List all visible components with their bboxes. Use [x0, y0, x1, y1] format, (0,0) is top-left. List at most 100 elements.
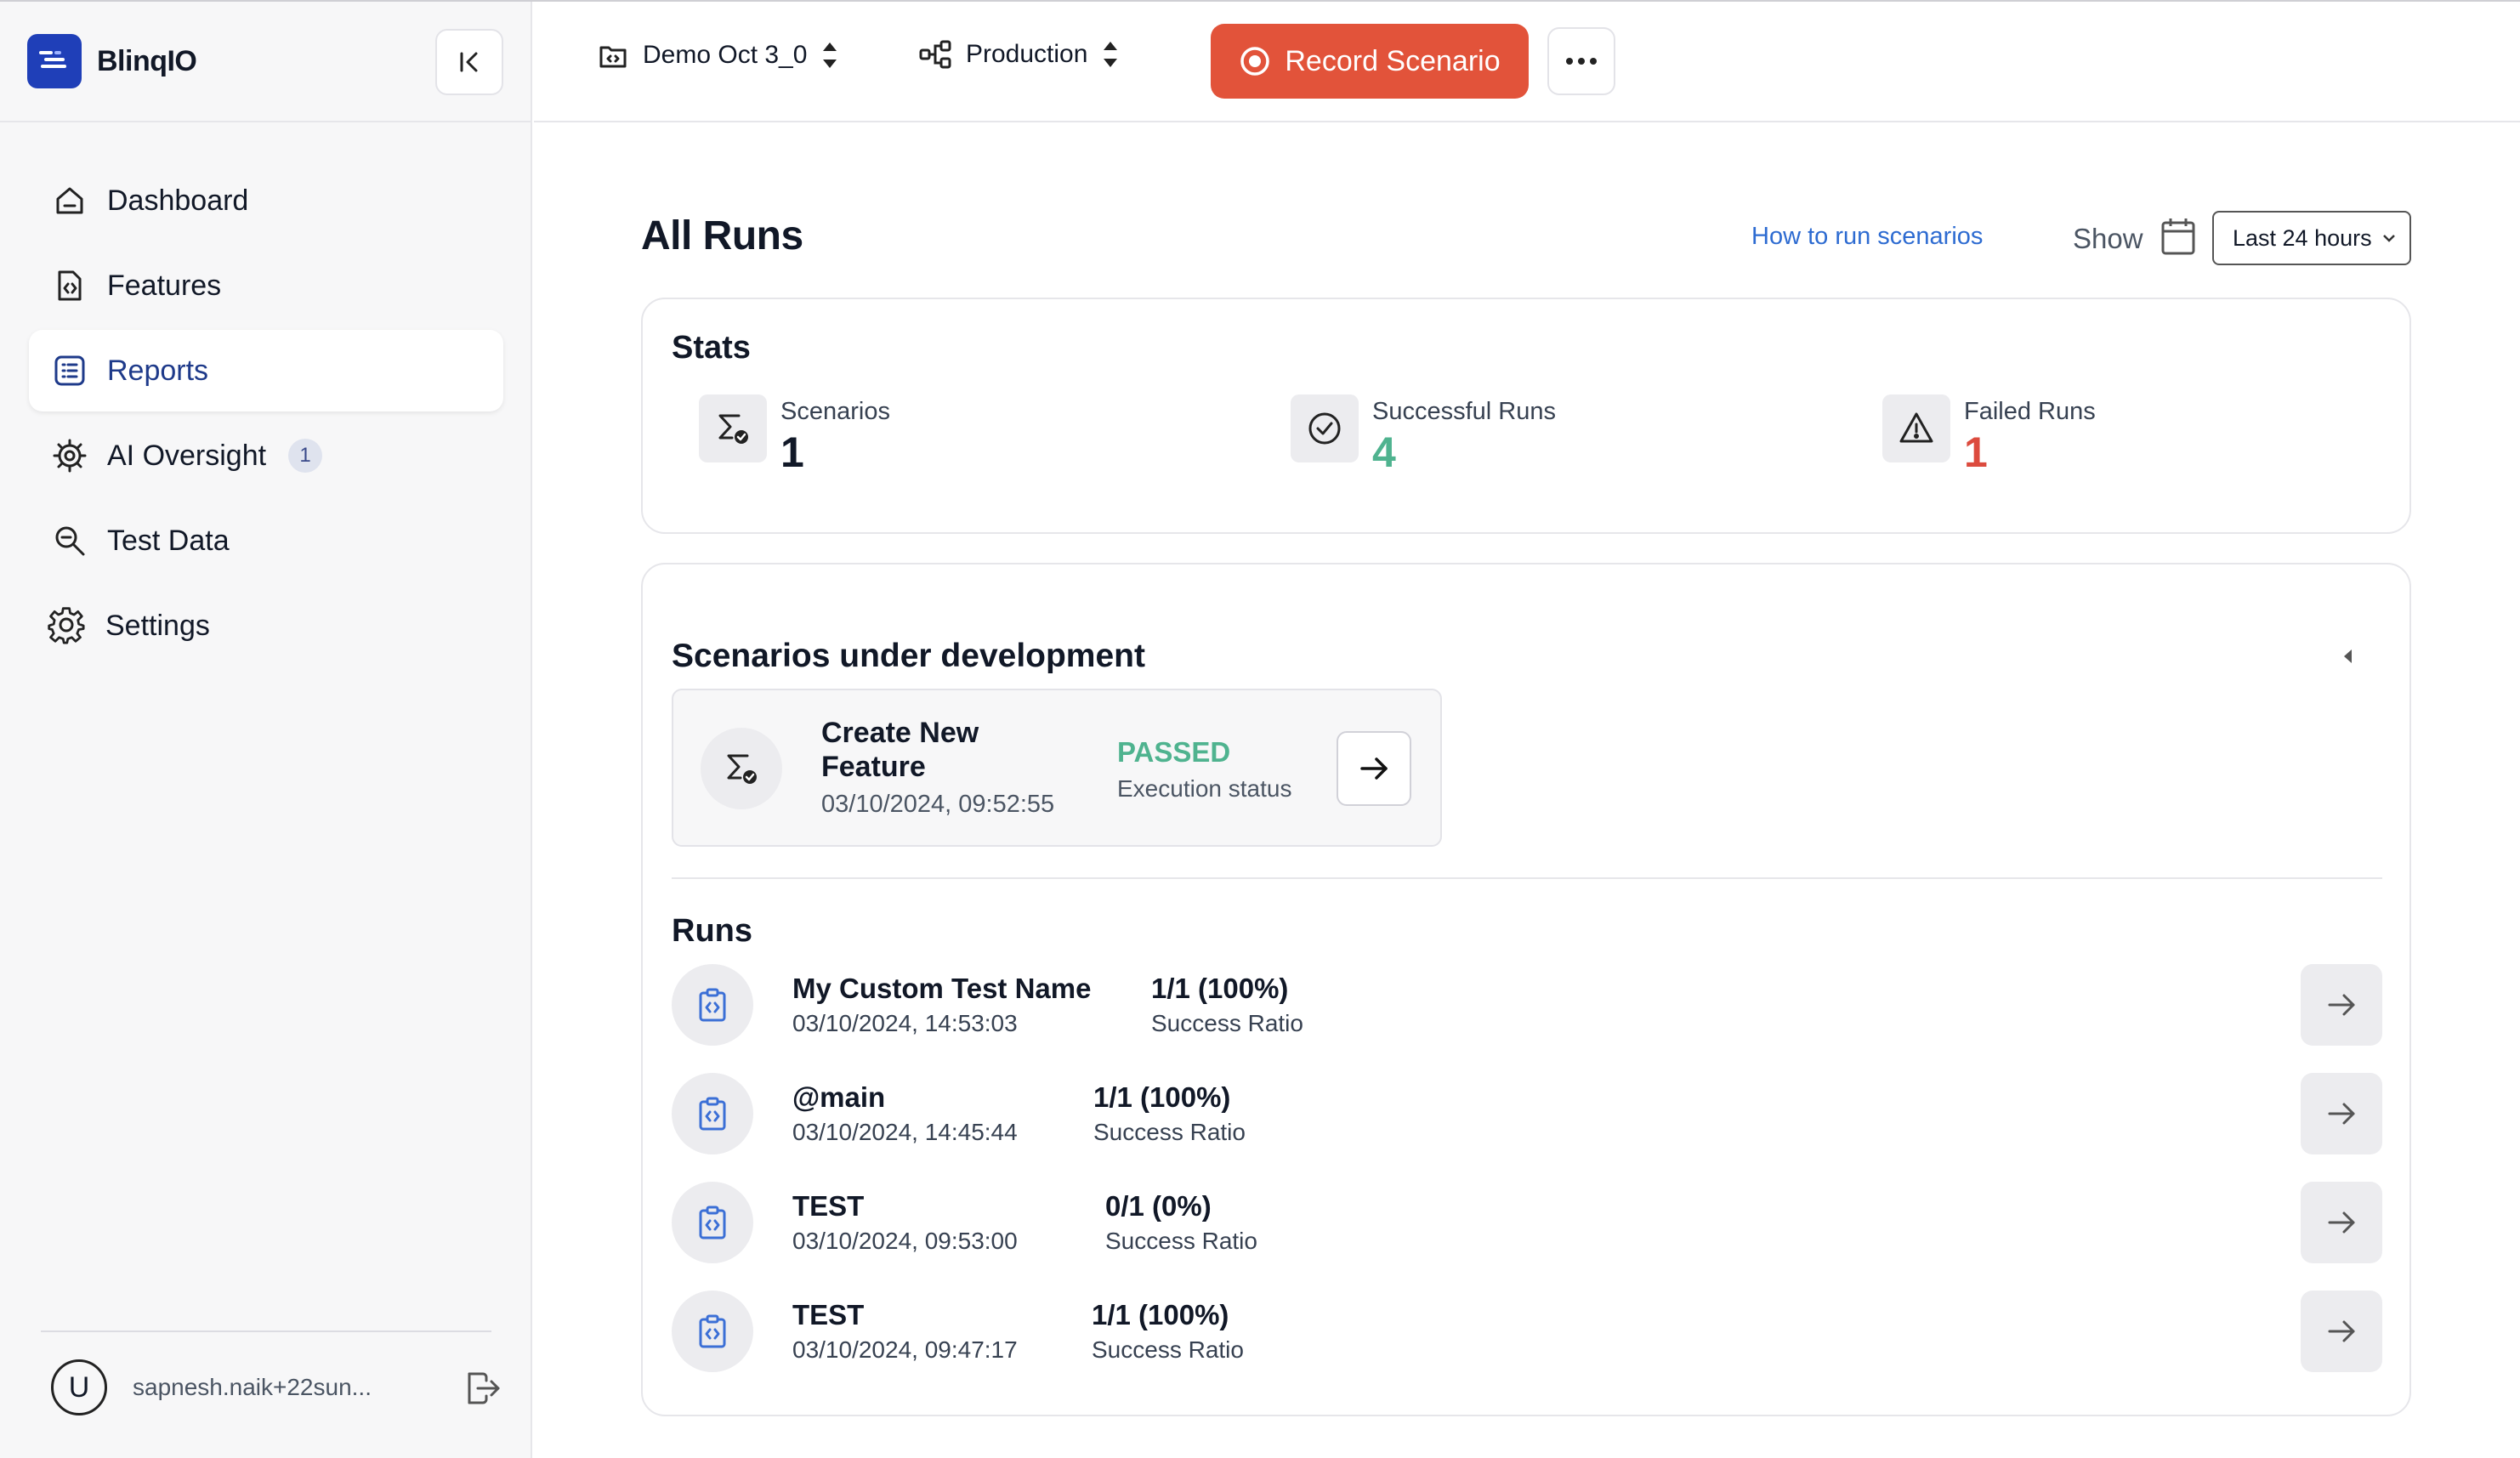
show-label: Show [2073, 223, 2143, 254]
run-code-icon [672, 964, 753, 1046]
check-circle-icon [1291, 394, 1359, 462]
sidebar-item-test-data[interactable]: Test Data [29, 500, 503, 581]
ai-oversight-count-badge: 1 [288, 439, 323, 473]
sort-chevrons-icon [823, 43, 837, 68]
run-success-ratio-label: Success Ratio [1093, 1119, 1246, 1145]
stat-failed-runs: Failed Runs 1 [1882, 394, 2096, 475]
stat-value: 1 [780, 428, 804, 476]
stat-label: Scenarios [780, 398, 890, 425]
sidebar-nav: Dashboard Features Reports AI Oversight … [29, 160, 503, 670]
sort-chevrons-icon [1104, 42, 1118, 67]
project-icon [599, 46, 627, 68]
home-icon [56, 187, 83, 214]
open-run-button[interactable] [2301, 1182, 2382, 1263]
run-success-ratio: 1/1 (100%) [1093, 1081, 1231, 1113]
open-run-button[interactable] [2301, 964, 2382, 1046]
run-row: @main 03/10/2024, 14:45:44 1/1 (100%) Su… [672, 1073, 2382, 1154]
scenario-sigma-icon [699, 394, 767, 462]
time-range-select[interactable]: Last 24 hours [2212, 211, 2411, 265]
more-options-button[interactable] [1547, 27, 1615, 95]
run-code-icon [672, 1182, 753, 1263]
section-divider [672, 877, 2382, 879]
magnifier-icon [55, 526, 85, 556]
run-success-ratio: 1/1 (100%) [1092, 1299, 1229, 1330]
scenario-status-label: Execution status [1117, 775, 1292, 802]
page-title: All Runs [641, 213, 803, 258]
time-range-value: Last 24 hours [2233, 224, 2372, 251]
chevron-down-icon [2383, 235, 2395, 242]
development-card: Scenarios under development Create New F… [641, 563, 2411, 1416]
run-name: TEST [792, 1299, 865, 1330]
sidebar-item-features[interactable]: Features [29, 245, 503, 326]
brand[interactable]: BlinqIO [27, 34, 197, 88]
run-code-icon [672, 1073, 753, 1154]
gear-icon [48, 607, 85, 644]
avatar[interactable]: U [51, 1359, 107, 1415]
run-name: My Custom Test Name [792, 973, 1092, 1004]
arrow-right-icon [2328, 1320, 2355, 1342]
calendar-icon[interactable] [2160, 216, 2197, 261]
stats-card: Stats Scenarios 1 Successful Runs 4 Fail… [641, 298, 2411, 534]
sidebar-item-settings[interactable]: Settings [29, 585, 503, 667]
run-name: @main [792, 1081, 886, 1113]
run-row: TEST 03/10/2024, 09:53:00 0/1 (0%) Succe… [672, 1182, 2382, 1263]
arrow-right-icon [1360, 757, 1388, 780]
stats-title: Stats [672, 330, 751, 366]
brand-name: BlinqIO [97, 44, 197, 77]
run-code-icon [672, 1291, 753, 1372]
stat-label: Failed Runs [1964, 398, 2096, 425]
stat-value: 1 [1964, 428, 1988, 476]
sidebar-item-label: Dashboard [107, 184, 249, 217]
user-email: sapnesh.naik+22sun... [133, 1374, 372, 1400]
list-icon [54, 355, 85, 386]
run-name: TEST [792, 1190, 865, 1222]
collapse-left-icon [460, 52, 478, 72]
open-scenario-button[interactable] [1337, 731, 1411, 806]
sidebar-item-reports[interactable]: Reports [29, 330, 503, 411]
sidebar-item-dashboard[interactable]: Dashboard [29, 160, 503, 241]
arrow-right-icon [2328, 1211, 2355, 1234]
scenario-name: Create New Feature [821, 717, 979, 783]
sidebar: BlinqIO Dashboard Features Reports AI Ov… [0, 2, 532, 1458]
sidebar-item-label: Features [107, 269, 222, 302]
sidebar-item-label: Reports [107, 354, 209, 387]
how-to-run-scenarios-link[interactable]: How to run scenarios [1751, 223, 1983, 251]
run-success-ratio: 1/1 (100%) [1151, 973, 1289, 1004]
user-profile[interactable]: U sapnesh.naik+22sun... [51, 1359, 502, 1416]
run-date: 03/10/2024, 09:53:00 [792, 1228, 1018, 1254]
caret-left-icon [2344, 650, 2352, 663]
scenario-date: 03/10/2024, 09:52:55 [821, 791, 1055, 818]
open-run-button[interactable] [2301, 1073, 2382, 1154]
collapse-toggle-button[interactable] [2341, 648, 2353, 669]
runs-title: Runs [672, 913, 752, 949]
arrow-right-icon [2328, 994, 2355, 1016]
brand-logo-icon [27, 34, 82, 88]
run-success-ratio-label: Success Ratio [1105, 1228, 1257, 1254]
environment-nodes-icon [919, 40, 951, 69]
sidebar-divider [0, 121, 532, 122]
environment-selector[interactable]: Production [918, 39, 1120, 70]
stat-scenarios: Scenarios 1 [699, 394, 890, 475]
sidebar-item-label: Test Data [107, 524, 230, 557]
run-date: 03/10/2024, 09:47:17 [792, 1336, 1018, 1363]
project-selector[interactable]: Demo Oct 3_0 [597, 39, 839, 71]
scenarios-under-development-title: Scenarios under development [672, 638, 1145, 674]
arrow-right-icon [2328, 1103, 2355, 1125]
run-row: TEST 03/10/2024, 09:47:17 1/1 (100%) Suc… [672, 1291, 2382, 1372]
sidebar-item-label: Settings [105, 609, 210, 642]
stat-value: 4 [1372, 428, 1396, 476]
scenario-sigma-icon [701, 728, 782, 809]
project-name: Demo Oct 3_0 [643, 41, 808, 69]
warning-triangle-icon [1882, 394, 1950, 462]
sidebar-item-label: AI Oversight [107, 439, 267, 472]
collapse-sidebar-button[interactable] [435, 29, 503, 95]
scenario-status: PASSED [1117, 736, 1231, 768]
sidebar-item-ai-oversight[interactable]: AI Oversight 1 [29, 415, 503, 496]
run-success-ratio-label: Success Ratio [1092, 1336, 1244, 1363]
logout-button[interactable] [463, 1369, 502, 1412]
open-run-button[interactable] [2301, 1291, 2382, 1372]
stat-successful-runs: Successful Runs 4 [1291, 394, 1556, 475]
ai-chip-icon [53, 439, 87, 473]
record-scenario-button[interactable]: Record Scenario [1211, 24, 1529, 99]
top-bar: Demo Oct 3_0 Production Record Scenario [534, 2, 2520, 122]
